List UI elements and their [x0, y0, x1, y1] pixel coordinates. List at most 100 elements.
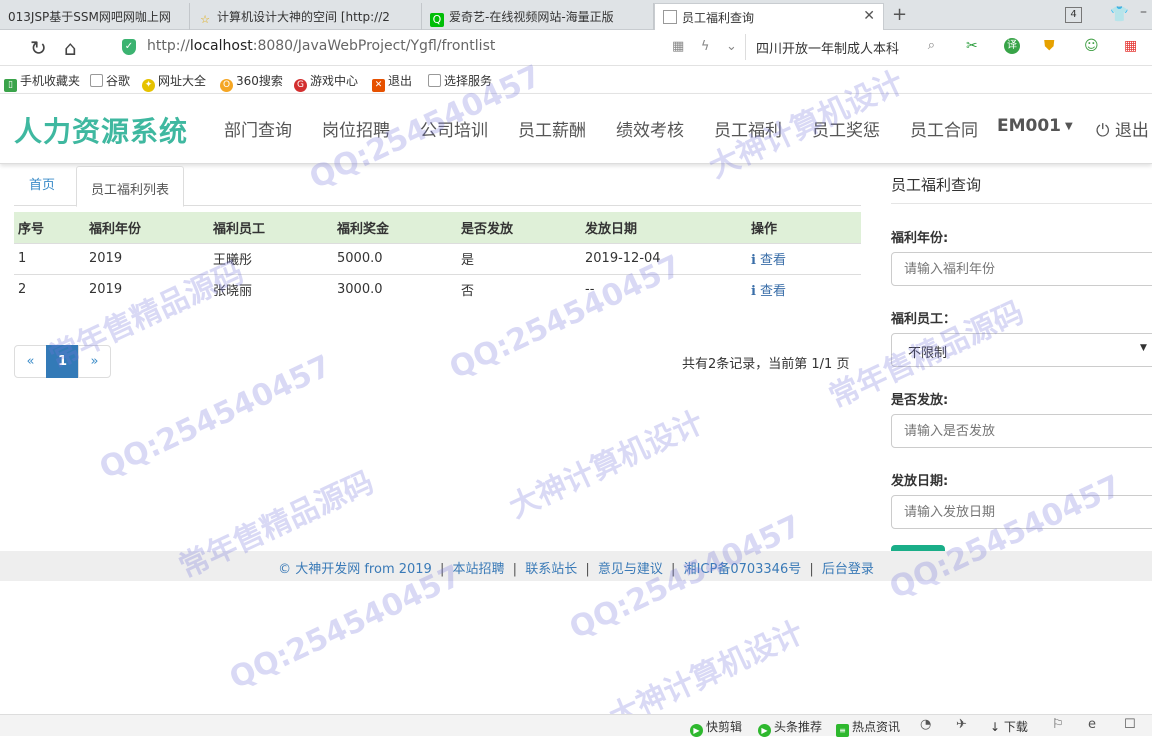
footer-link-recruit[interactable]: 本站招聘 [453, 562, 505, 577]
window-icon[interactable]: ☐ [1124, 717, 1136, 732]
home-icon[interactable]: ⌂ [64, 36, 77, 60]
lightning-icon[interactable]: ϟ [701, 39, 710, 54]
table-header-row: 序号 福利年份 福利员工 福利奖金 是否发放 发放日期 操作 [14, 212, 861, 243]
bookmark-mobile[interactable]: ▯ 手机收藏夹 [4, 72, 80, 92]
shield-icon[interactable]: ✓ [122, 39, 136, 55]
table-row: 1 2019 王曦彤 5000.0 是 2019-12-04 i 查看 [14, 242, 861, 274]
view-link[interactable]: i 查看 [751, 253, 786, 268]
status-download[interactable]: ↓ 下载 [990, 718, 1028, 735]
info-icon: i [751, 284, 756, 300]
welfare-table: 序号 福利年份 福利员工 福利奖金 是否发放 发放日期 操作 1 2019 王曦… [14, 212, 861, 305]
user-menu[interactable]: EM001 ▼ [997, 116, 1073, 136]
flag-icon[interactable]: ⚐ [1052, 717, 1064, 732]
play-icon: ▶ [758, 724, 771, 737]
search-panel: 员工福利查询 福利年份: 福利员工： 不限制 ▼ 是否发放: 发放日期: 查询 [891, 164, 1152, 579]
qr-icon[interactable]: ▦ [672, 39, 684, 54]
nav-department[interactable]: 部门查询 [224, 116, 292, 141]
pager-next[interactable]: » [78, 345, 111, 378]
browser-status-bar: ▶ 快剪辑 ▶ 头条推荐 ≡ 热点资讯 ◔ ✈ ↓ 下载 ⚐ e ☐ [0, 714, 1152, 737]
chevron-down-icon[interactable]: ⌄ [726, 39, 737, 54]
exit-icon: ✕ [372, 79, 385, 92]
footer-link-icp[interactable]: 湘ICP备0703346号 [684, 562, 802, 577]
footer-link-admin-login[interactable]: 后台登录 [822, 562, 874, 577]
browser-tab-3[interactable]: Q 爱奇艺-在线视频网站-海量正版 [422, 3, 654, 30]
cell-action: i 查看 [747, 242, 861, 274]
status-headline[interactable]: ▶ 头条推荐 [758, 718, 822, 737]
pin-icon[interactable]: ✈ [956, 717, 967, 732]
apps-icon[interactable]: ▦ [1124, 38, 1137, 54]
col-date: 发放日期 [581, 212, 747, 243]
breadcrumb-home[interactable]: 首页 [29, 174, 55, 193]
pager-page-1[interactable]: 1 [46, 345, 79, 378]
breadcrumb-current[interactable]: 员工福利列表 [76, 166, 185, 207]
cell-action: i 查看 [747, 273, 861, 305]
search-panel-title: 员工福利查询 [891, 164, 1152, 204]
nav-recruitment[interactable]: 岗位招聘 [322, 116, 390, 141]
minimize-icon[interactable]: – [1140, 4, 1147, 20]
nav-performance[interactable]: 绩效考核 [616, 116, 684, 141]
nav-training[interactable]: 公司培训 [420, 116, 488, 141]
game-icon: G [294, 79, 307, 92]
cell-year: 2019 [85, 242, 209, 274]
cell-issued: 否 [457, 273, 581, 305]
status-hot-news[interactable]: ≡ 热点资讯 [836, 718, 900, 737]
refresh-icon[interactable]: ↻ [30, 36, 47, 60]
scissors-icon[interactable]: ✂ [966, 38, 978, 54]
url-field[interactable]: http://localhost:8080/JavaWebProject/Ygf… [147, 38, 495, 54]
col-action: 操作 [747, 212, 861, 243]
cell-employee: 王曦彤 [209, 242, 333, 274]
year-label: 福利年份: [891, 231, 949, 246]
main-nav: 部门查询 岗位招聘 公司培训 员工薪酬 绩效考核 员工福利 员工奖惩 员工合同 [224, 116, 1008, 141]
status-quick-clip[interactable]: ▶ 快剪辑 [690, 718, 742, 737]
browser-tab-bar: 013JSP基于SSM网吧网咖上网 ☆ 计算机设计大神的空间 [http://2 … [0, 0, 1152, 30]
browser-tab-2[interactable]: ☆ 计算机设计大神的空间 [http://2 [190, 3, 422, 30]
watermark: QQ:254540457 [94, 348, 337, 487]
bookmark-exit[interactable]: ✕ 退出 [372, 72, 412, 92]
bookmark-google[interactable]: 谷歌 [90, 72, 130, 89]
bookmark-360search[interactable]: O 360搜索 [220, 72, 283, 92]
bookmark-site-nav[interactable]: ✦ 网址大全 [142, 72, 206, 92]
shield-ext-icon[interactable]: ⛊ [1044, 38, 1055, 54]
date-input[interactable] [891, 495, 1152, 529]
footer-link-contact[interactable]: 联系站长 [525, 562, 577, 577]
bookmark-game-center[interactable]: G 游戏中心 [294, 72, 358, 92]
chat-icon[interactable]: ☺ [1084, 38, 1099, 54]
cell-issued: 是 [457, 242, 581, 274]
issued-label: 是否发放: [891, 393, 949, 408]
year-input[interactable] [891, 252, 1152, 286]
download-icon: ↓ [990, 720, 1001, 734]
news-icon: ≡ [836, 724, 849, 737]
speed-icon[interactable]: ◔ [920, 717, 931, 732]
browser-tab-active[interactable]: 员工福利查询 ✕ [654, 3, 884, 30]
address-bar: ↻ ⌂ ✓ http://localhost:8080/JavaWebProje… [0, 30, 1152, 66]
employee-select[interactable]: 不限制 ▼ [891, 333, 1152, 367]
col-no: 序号 [14, 212, 85, 243]
nav-welfare[interactable]: 员工福利 [714, 116, 782, 141]
page-icon [663, 10, 677, 24]
iqiyi-icon: Q [430, 13, 444, 27]
play-icon: ▶ [690, 724, 703, 737]
watermark: 大神计算机设计 [503, 404, 710, 526]
footer-link-feedback[interactable]: 意见与建议 [598, 562, 663, 577]
footer-copyright: © 大神开发网 from 2019 [278, 562, 432, 577]
tab-count-badge[interactable]: 4 [1065, 7, 1082, 23]
search-box[interactable]: 四川开放一年制成人本科 ⌕ [745, 34, 945, 60]
cell-date: -- [581, 273, 747, 305]
close-tab-icon[interactable]: ✕ [863, 8, 875, 24]
search-icon[interactable]: ⌕ [928, 38, 935, 53]
nav-salary[interactable]: 员工薪酬 [518, 116, 586, 141]
nav-rewards[interactable]: 员工奖惩 [812, 116, 880, 141]
new-tab-icon[interactable]: + [892, 4, 907, 25]
ie-icon[interactable]: e [1088, 717, 1096, 732]
translate-icon[interactable]: 译 [1004, 38, 1020, 54]
bookmark-choose-service[interactable]: 选择服务 [428, 72, 492, 89]
pager-prev[interactable]: « [14, 345, 47, 378]
skin-icon[interactable]: 👕 [1110, 5, 1129, 23]
col-bonus: 福利奖金 [333, 212, 457, 243]
view-link[interactable]: i 查看 [751, 284, 786, 299]
issued-input[interactable] [891, 414, 1152, 448]
nav-contract[interactable]: 员工合同 [910, 116, 978, 141]
logout-button[interactable]: ⏻ 退出 [1096, 116, 1149, 141]
browser-tab-1[interactable]: 013JSP基于SSM网吧网咖上网 [0, 3, 190, 30]
site-logo[interactable]: 人力资源系统 [14, 110, 188, 150]
